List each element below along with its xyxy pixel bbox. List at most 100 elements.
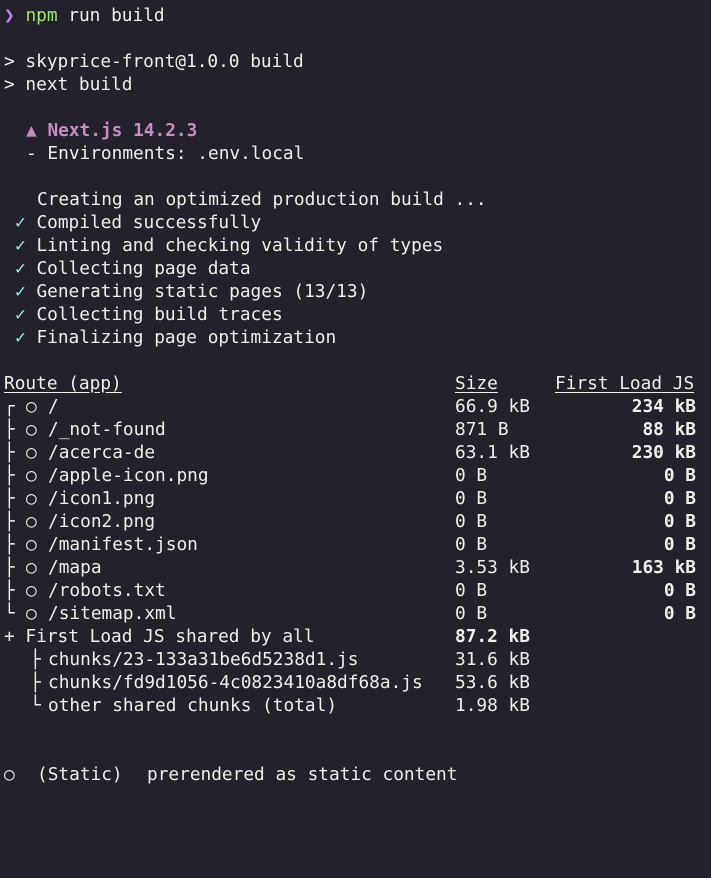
size-header: Size (455, 373, 498, 394)
chunk-size: 1.98 kB (455, 695, 530, 716)
route-first-load: 0 B (663, 580, 696, 601)
static-marker-icon: ○ (26, 465, 37, 486)
chunk-size: 31.6 kB (455, 649, 530, 670)
next-header: ▲ Next.js 14.2.3 (26, 119, 197, 142)
shared-value: 87.2 kB (455, 626, 530, 647)
command-npm: npm (25, 5, 58, 26)
static-marker-icon: ○ (4, 764, 15, 785)
route-path: /robots.txt (48, 580, 166, 601)
next-logo-icon: ▲ (26, 120, 37, 141)
route-size: 63.1 kB (455, 442, 530, 463)
build-step-text: Collecting build traces (36, 304, 283, 325)
route-path: /icon1.png (48, 488, 156, 509)
shared-chunk-row: ├ chunks/fd9d1056-4c0823410a8df68a.js 53.6… (4, 671, 704, 694)
build-step: ✓ Generating static pages (13/13) (15, 280, 368, 303)
chunk-name: other shared chunks (total) (48, 695, 338, 716)
route-row: ├ ○ /mapa 3.53 kB 163 kB (4, 556, 704, 579)
route-path: /mapa (48, 557, 102, 578)
legend-label: (Static) (37, 764, 123, 785)
build-step-text: Compiled successfully (36, 212, 262, 233)
route-row: ├ ○ /robots.txt 0 B 0 B (4, 579, 704, 602)
terminal-window[interactable]: ❯ npm run build > skyprice-front@1.0.0 b… (0, 0, 711, 794)
build-step: ✓ Finalizing page optimization (15, 326, 336, 349)
check-icon: ✓ (15, 258, 26, 279)
environments-line: - Environments: .env.local (26, 143, 305, 164)
route-size: 0 B (455, 511, 488, 532)
route-header: Route (app) (4, 373, 122, 394)
route-row: ├ ○ /apple-icon.png 0 B 0 B (4, 464, 704, 487)
static-marker-icon: ○ (26, 419, 37, 440)
route-row: ├ ○ /icon2.png 0 B 0 B (4, 510, 704, 533)
route-first-load: 0 B (663, 511, 696, 532)
build-step: ✓ Collecting page data (15, 257, 251, 280)
route-path: /sitemap.xml (48, 603, 177, 624)
route-size: 3.53 kB (455, 557, 530, 578)
tree-connector: ┌ (4, 396, 15, 417)
static-marker-icon: ○ (26, 603, 37, 624)
next-version: Next.js 14.2.3 (47, 120, 198, 141)
static-marker-icon: ○ (26, 396, 37, 417)
route-first-load: 0 B (663, 465, 696, 486)
route-path: /apple-icon.png (48, 465, 209, 486)
route-row: ├ ○ /acerca-de 63.1 kB 230 kB (4, 441, 704, 464)
route-row: ├ ○ /_not-found 871 B 88 kB (4, 418, 704, 441)
legend-line: ○ (Static) prerendered as static content (4, 763, 704, 786)
check-icon: ✓ (15, 281, 26, 302)
tree-connector: ├ (4, 511, 15, 532)
build-step-text: Linting and checking validity of types (36, 235, 444, 256)
route-table-header: Route (app) Size First Load JS (4, 372, 704, 395)
route-path: /manifest.json (48, 534, 198, 555)
route-row: └ ○ /sitemap.xml 0 B 0 B (4, 602, 704, 625)
route-row: ├ ○ /manifest.json 0 B 0 B (4, 533, 704, 556)
tree-connector: ├ (4, 580, 15, 601)
tree-connector: ├ (4, 419, 15, 440)
tree-connector: ├ (4, 442, 15, 463)
route-path: /icon2.png (48, 511, 156, 532)
static-marker-icon: ○ (26, 534, 37, 555)
route-path: /_not-found (48, 419, 166, 440)
route-first-load: 234 kB (631, 396, 696, 417)
static-marker-icon: ○ (26, 442, 37, 463)
tree-connector: └ (4, 603, 15, 624)
route-path: /acerca-de (48, 442, 156, 463)
route-first-load: 88 kB (642, 419, 696, 440)
build-step: ✓ Linting and checking validity of types (15, 234, 443, 257)
prompt-symbol: ❯ (4, 5, 15, 26)
tree-connector: ├ (30, 649, 41, 670)
shared-line: + First Load JS shared by all 87.2 kB (4, 625, 704, 648)
build-step-text: Collecting page data (36, 258, 251, 279)
route-size: 871 B (455, 419, 509, 440)
check-icon: ✓ (15, 327, 26, 348)
tree-connector: ├ (30, 672, 41, 693)
build-step: ✓ Compiled successfully (15, 211, 261, 234)
route-first-load: 163 kB (631, 557, 696, 578)
route-size: 66.9 kB (455, 396, 530, 417)
check-icon: ✓ (15, 304, 26, 325)
creating-build-line: Creating an optimized production build .… (37, 189, 487, 210)
prompt-line: ❯ npm run build (4, 4, 165, 27)
route-row: ┌ ○ / 66.9 kB 234 kB (4, 395, 704, 418)
check-icon: ✓ (15, 212, 26, 233)
static-marker-icon: ○ (26, 557, 37, 578)
route-size: 0 B (455, 603, 488, 624)
tree-connector: ├ (4, 534, 15, 555)
static-marker-icon: ○ (26, 488, 37, 509)
shared-chunk-row: └ other shared chunks (total) 1.98 kB (4, 694, 704, 717)
route-first-load: 0 B (663, 534, 696, 555)
route-size: 0 B (455, 534, 488, 555)
route-first-load: 0 B (663, 488, 696, 509)
legend-description: prerendered as static content (147, 764, 458, 785)
route-size: 0 B (455, 465, 488, 486)
build-step: ✓ Collecting build traces (15, 303, 283, 326)
route-size: 0 B (455, 580, 488, 601)
route-size: 0 B (455, 488, 488, 509)
route-first-load: 230 kB (631, 442, 696, 463)
first-load-header: First Load JS (555, 373, 695, 394)
build-step-text: Generating static pages (13/13) (36, 281, 369, 302)
check-icon: ✓ (15, 235, 26, 256)
script-line-build: > skyprice-front@1.0.0 build (4, 51, 304, 72)
tree-connector: └ (30, 695, 41, 716)
script-line-next: > next build (4, 74, 133, 95)
static-marker-icon: ○ (26, 511, 37, 532)
route-row: ├ ○ /icon1.png 0 B 0 B (4, 487, 704, 510)
